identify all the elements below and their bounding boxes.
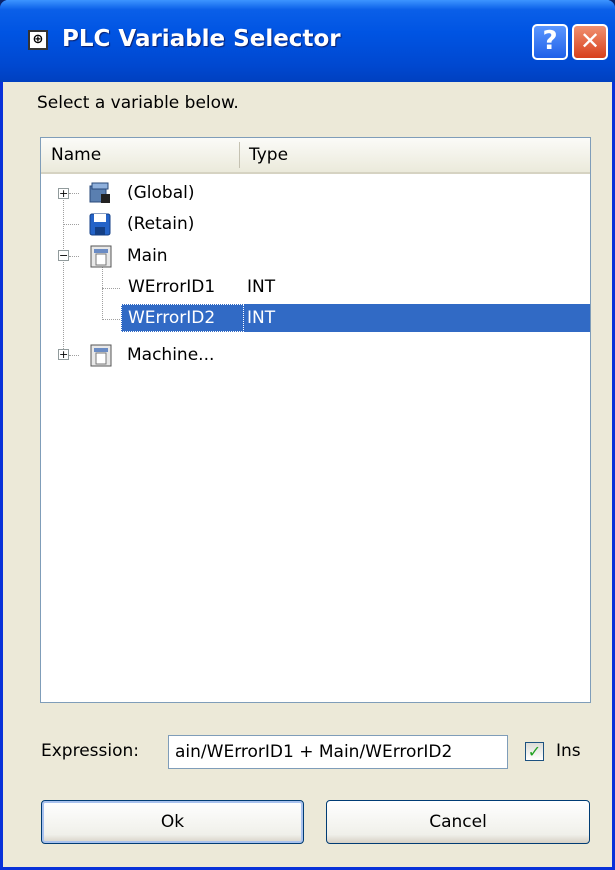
tree-item-global[interactable]: (Global) bbox=[127, 178, 195, 209]
tree-item-werrorid2-type: INT bbox=[247, 308, 276, 328]
tree-line bbox=[102, 319, 120, 320]
program-icon bbox=[90, 245, 112, 268]
tree-item-main[interactable]: Main bbox=[127, 241, 168, 272]
tree-line bbox=[63, 193, 64, 353]
tree-line bbox=[102, 266, 103, 320]
program-icon bbox=[90, 344, 112, 367]
column-header-type[interactable]: Type bbox=[249, 145, 288, 165]
tree-line bbox=[69, 355, 79, 356]
plc-variable-selector-dialog: ⊕ PLC Variable Selector ? ✕ Select a var… bbox=[0, 0, 615, 870]
variable-tree[interactable]: Name Type + (Global) (Retain) − Main WEr… bbox=[40, 137, 591, 703]
column-separator[interactable] bbox=[239, 142, 240, 168]
window-icon: ⊕ bbox=[28, 30, 48, 50]
instructions-label: Select a variable below. bbox=[37, 93, 239, 113]
close-button[interactable]: ✕ bbox=[572, 24, 608, 60]
expression-input[interactable]: ain/WErrorID1 + Main/WErrorID2 bbox=[168, 735, 508, 769]
collapse-main-toggle[interactable]: − bbox=[58, 250, 69, 261]
tree-line bbox=[63, 224, 79, 225]
tree-item-werrorid2[interactable]: WErrorID2 bbox=[128, 303, 215, 334]
expand-machine-toggle[interactable]: + bbox=[58, 349, 69, 360]
expression-label: Expression: bbox=[41, 741, 140, 761]
global-variables-icon bbox=[89, 182, 110, 203]
tree-item-werrorid1[interactable]: WErrorID1 bbox=[128, 272, 215, 303]
tree-line bbox=[69, 256, 79, 257]
expand-global-toggle[interactable]: + bbox=[58, 188, 69, 199]
tree-line bbox=[69, 193, 79, 194]
help-button[interactable]: ? bbox=[532, 24, 568, 60]
title-bar[interactable]: ⊕ PLC Variable Selector ? ✕ bbox=[0, 0, 615, 82]
column-header-name[interactable]: Name bbox=[51, 145, 101, 165]
ok-button[interactable]: Ok bbox=[41, 800, 304, 844]
ins-label: Ins bbox=[556, 741, 581, 761]
window-title: PLC Variable Selector bbox=[62, 26, 341, 52]
tree-item-retain[interactable]: (Retain) bbox=[127, 209, 194, 240]
tree-item-machine[interactable]: Machine... bbox=[127, 340, 214, 371]
tree-line bbox=[102, 288, 120, 289]
ins-checkbox[interactable]: ✓ bbox=[525, 742, 544, 761]
cancel-button[interactable]: Cancel bbox=[326, 800, 590, 844]
tree-item-werrorid1-type: INT bbox=[247, 277, 276, 297]
tree-header: Name Type bbox=[41, 138, 590, 174]
retain-save-icon bbox=[89, 213, 111, 236]
